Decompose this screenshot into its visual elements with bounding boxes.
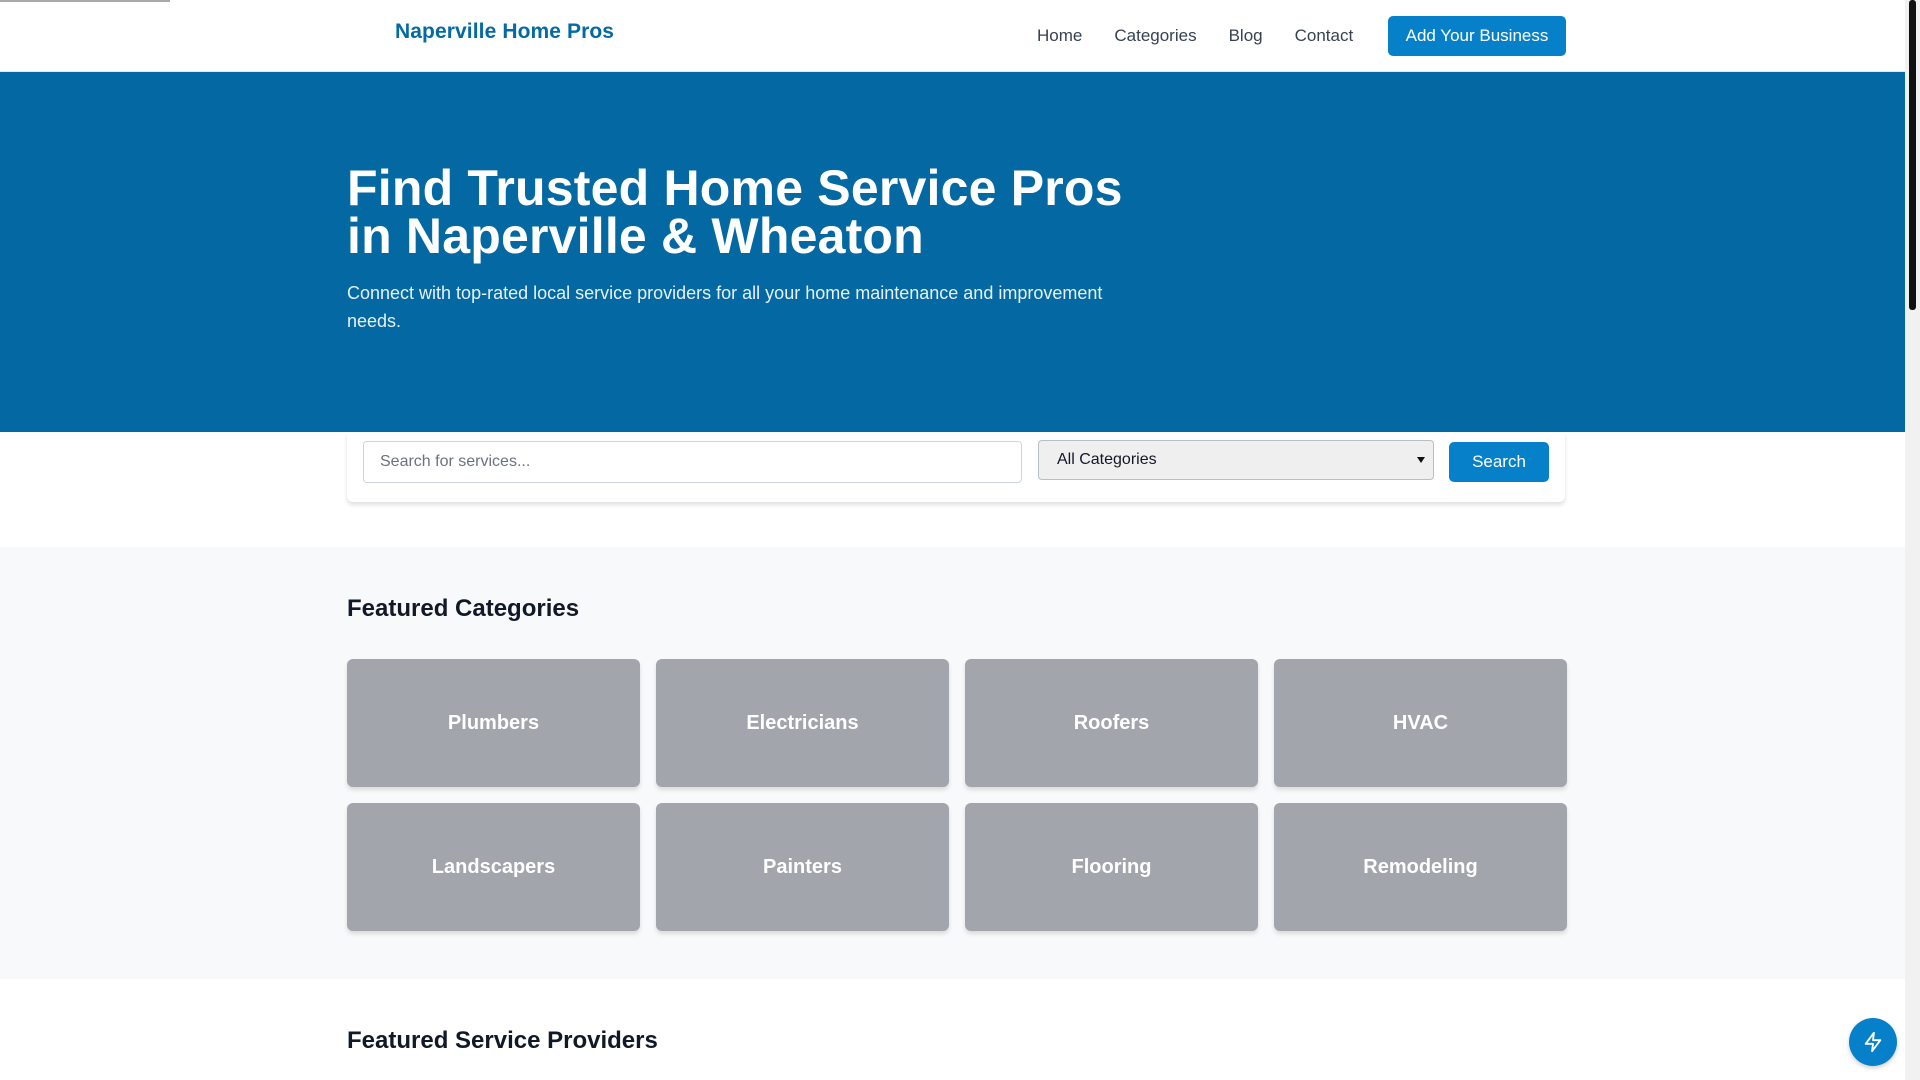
hero-title: Find Trusted Home Service Pros in Naperv…: [347, 163, 1167, 261]
site-brand[interactable]: Naperville Home Pros: [395, 20, 614, 44]
lightning-bolt-icon: [1864, 1031, 1882, 1053]
page-viewport: Naperville Home Pros Home Categories Blo…: [0, 0, 1905, 1080]
hero-title-line-2: in Naperville & Wheaton: [347, 208, 924, 264]
category-card-roofers[interactable]: Roofers: [965, 659, 1258, 787]
nav-categories[interactable]: Categories: [1114, 16, 1196, 56]
caret-down-icon: [1417, 457, 1425, 463]
hero-subtitle: Connect with top-rated local service pro…: [347, 283, 1103, 331]
nav-contact[interactable]: Contact: [1295, 16, 1354, 56]
quick-action-button[interactable]: [1849, 1018, 1897, 1066]
search-button[interactable]: Search: [1449, 442, 1549, 482]
search-input[interactable]: [363, 441, 1022, 483]
site-header: Naperville Home Pros Home Categories Blo…: [0, 0, 1905, 72]
category-card-electricians[interactable]: Electricians: [656, 659, 949, 787]
hero-section: Find Trusted Home Service Pros in Naperv…: [0, 72, 1905, 432]
category-card-remodeling[interactable]: Remodeling: [1274, 803, 1567, 931]
featured-providers-title: Featured Service Providers: [347, 1027, 658, 1054]
page-loading-bar: [0, 0, 170, 2]
category-select[interactable]: All Categories: [1038, 440, 1434, 480]
nav-blog[interactable]: Blog: [1229, 16, 1263, 56]
category-card-plumbers[interactable]: Plumbers: [347, 659, 640, 787]
scrollbar-thumb[interactable]: [1909, 0, 1916, 310]
featured-categories-section: Featured Categories Plumbers Electrician…: [0, 547, 1905, 979]
page-scrollbar[interactable]: [1905, 0, 1920, 1080]
main-nav: Home Categories Blog Contact: [1037, 16, 1353, 56]
category-select-value: All Categories: [1057, 451, 1157, 468]
add-business-button[interactable]: Add Your Business: [1388, 16, 1566, 56]
search-card: All Categories Search: [347, 432, 1565, 502]
category-card-landscapers[interactable]: Landscapers: [347, 803, 640, 931]
category-grid: Plumbers Electricians Roofers HVAC Lands…: [347, 659, 1567, 931]
category-card-hvac[interactable]: HVAC: [1274, 659, 1567, 787]
category-card-flooring[interactable]: Flooring: [965, 803, 1258, 931]
category-card-painters[interactable]: Painters: [656, 803, 949, 931]
featured-categories-title: Featured Categories: [347, 595, 580, 622]
nav-home[interactable]: Home: [1037, 16, 1082, 56]
